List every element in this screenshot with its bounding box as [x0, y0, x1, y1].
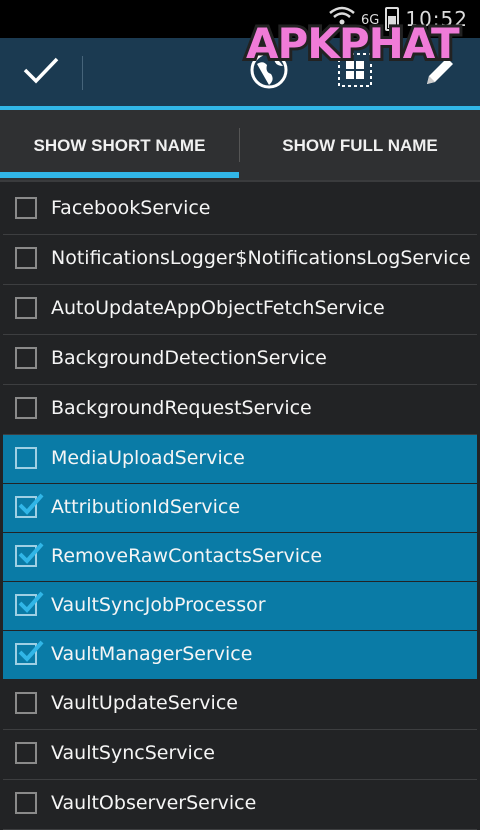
checkbox-checked[interactable]: [15, 591, 44, 616]
service-name: MediaUploadService: [51, 447, 245, 469]
service-name: AttributionIdService: [51, 496, 241, 518]
service-row[interactable]: VaultUpdateService: [3, 680, 477, 728]
checkbox-unchecked[interactable]: [15, 247, 37, 269]
check-icon: [22, 55, 60, 89]
service-name: NotificationsLogger$NotificationsLogServ…: [51, 247, 471, 269]
service-name: VaultSyncJobProcessor: [51, 594, 266, 616]
action-bar-divider: [82, 56, 83, 90]
service-row[interactable]: AttributionIdService: [3, 484, 477, 532]
service-row[interactable]: NotificationsLogger$NotificationsLogServ…: [3, 235, 477, 283]
done-button[interactable]: [0, 38, 82, 106]
service-name: VaultManagerService: [51, 643, 253, 665]
service-row[interactable]: BackgroundDetectionService: [3, 335, 477, 383]
tab-full-name[interactable]: SHOW FULL NAME: [240, 110, 480, 182]
checkbox-unchecked[interactable]: [15, 347, 37, 369]
service-name: VaultObserverService: [51, 792, 257, 814]
service-row[interactable]: VaultSyncJobProcessor: [3, 582, 477, 630]
service-name: AutoUpdateAppObjectFetchService: [51, 297, 385, 319]
service-name: BackgroundRequestService: [51, 397, 312, 419]
service-row[interactable]: VaultManagerService: [3, 631, 477, 679]
checkbox-checked[interactable]: [15, 493, 44, 518]
checkbox-unchecked[interactable]: [15, 197, 37, 219]
service-row[interactable]: RemoveRawContactsService: [3, 533, 477, 581]
service-row[interactable]: VaultObserverService: [3, 780, 477, 828]
checkmark-icon: [18, 591, 44, 613]
service-row[interactable]: FacebookService: [3, 185, 477, 233]
tab-bar-border: [0, 180, 480, 182]
service-name: VaultUpdateService: [51, 692, 238, 714]
service-list: FacebookService NotificationsLogger$Notif…: [0, 185, 480, 830]
checkbox-unchecked[interactable]: [15, 692, 37, 714]
checkmark-icon: [18, 493, 44, 515]
service-name: BackgroundDetectionService: [51, 347, 327, 369]
service-row[interactable]: MediaUploadService: [3, 435, 477, 483]
checkmark-icon: [18, 542, 44, 564]
active-tab-indicator: [0, 172, 239, 178]
checkmark-icon: [18, 640, 44, 662]
checkbox-checked[interactable]: [15, 542, 44, 567]
checkbox-unchecked[interactable]: [15, 742, 37, 764]
checkbox-unchecked[interactable]: [15, 792, 37, 814]
checkbox-unchecked[interactable]: [15, 397, 37, 419]
service-row[interactable]: VaultSyncService: [3, 730, 477, 778]
svg-text:APKPHAT: APKPHAT: [246, 19, 460, 68]
watermark-logo: APKPHAT APKPHAT: [240, 12, 468, 72]
checkbox-unchecked[interactable]: [15, 447, 37, 469]
checkbox-unchecked[interactable]: [15, 297, 37, 319]
service-name: FacebookService: [51, 197, 211, 219]
service-name: VaultSyncService: [51, 742, 215, 764]
checkbox-checked[interactable]: [15, 640, 44, 665]
service-name: RemoveRawContactsService: [51, 545, 323, 567]
service-row[interactable]: BackgroundRequestService: [3, 385, 477, 433]
service-row[interactable]: AutoUpdateAppObjectFetchService: [3, 285, 477, 333]
